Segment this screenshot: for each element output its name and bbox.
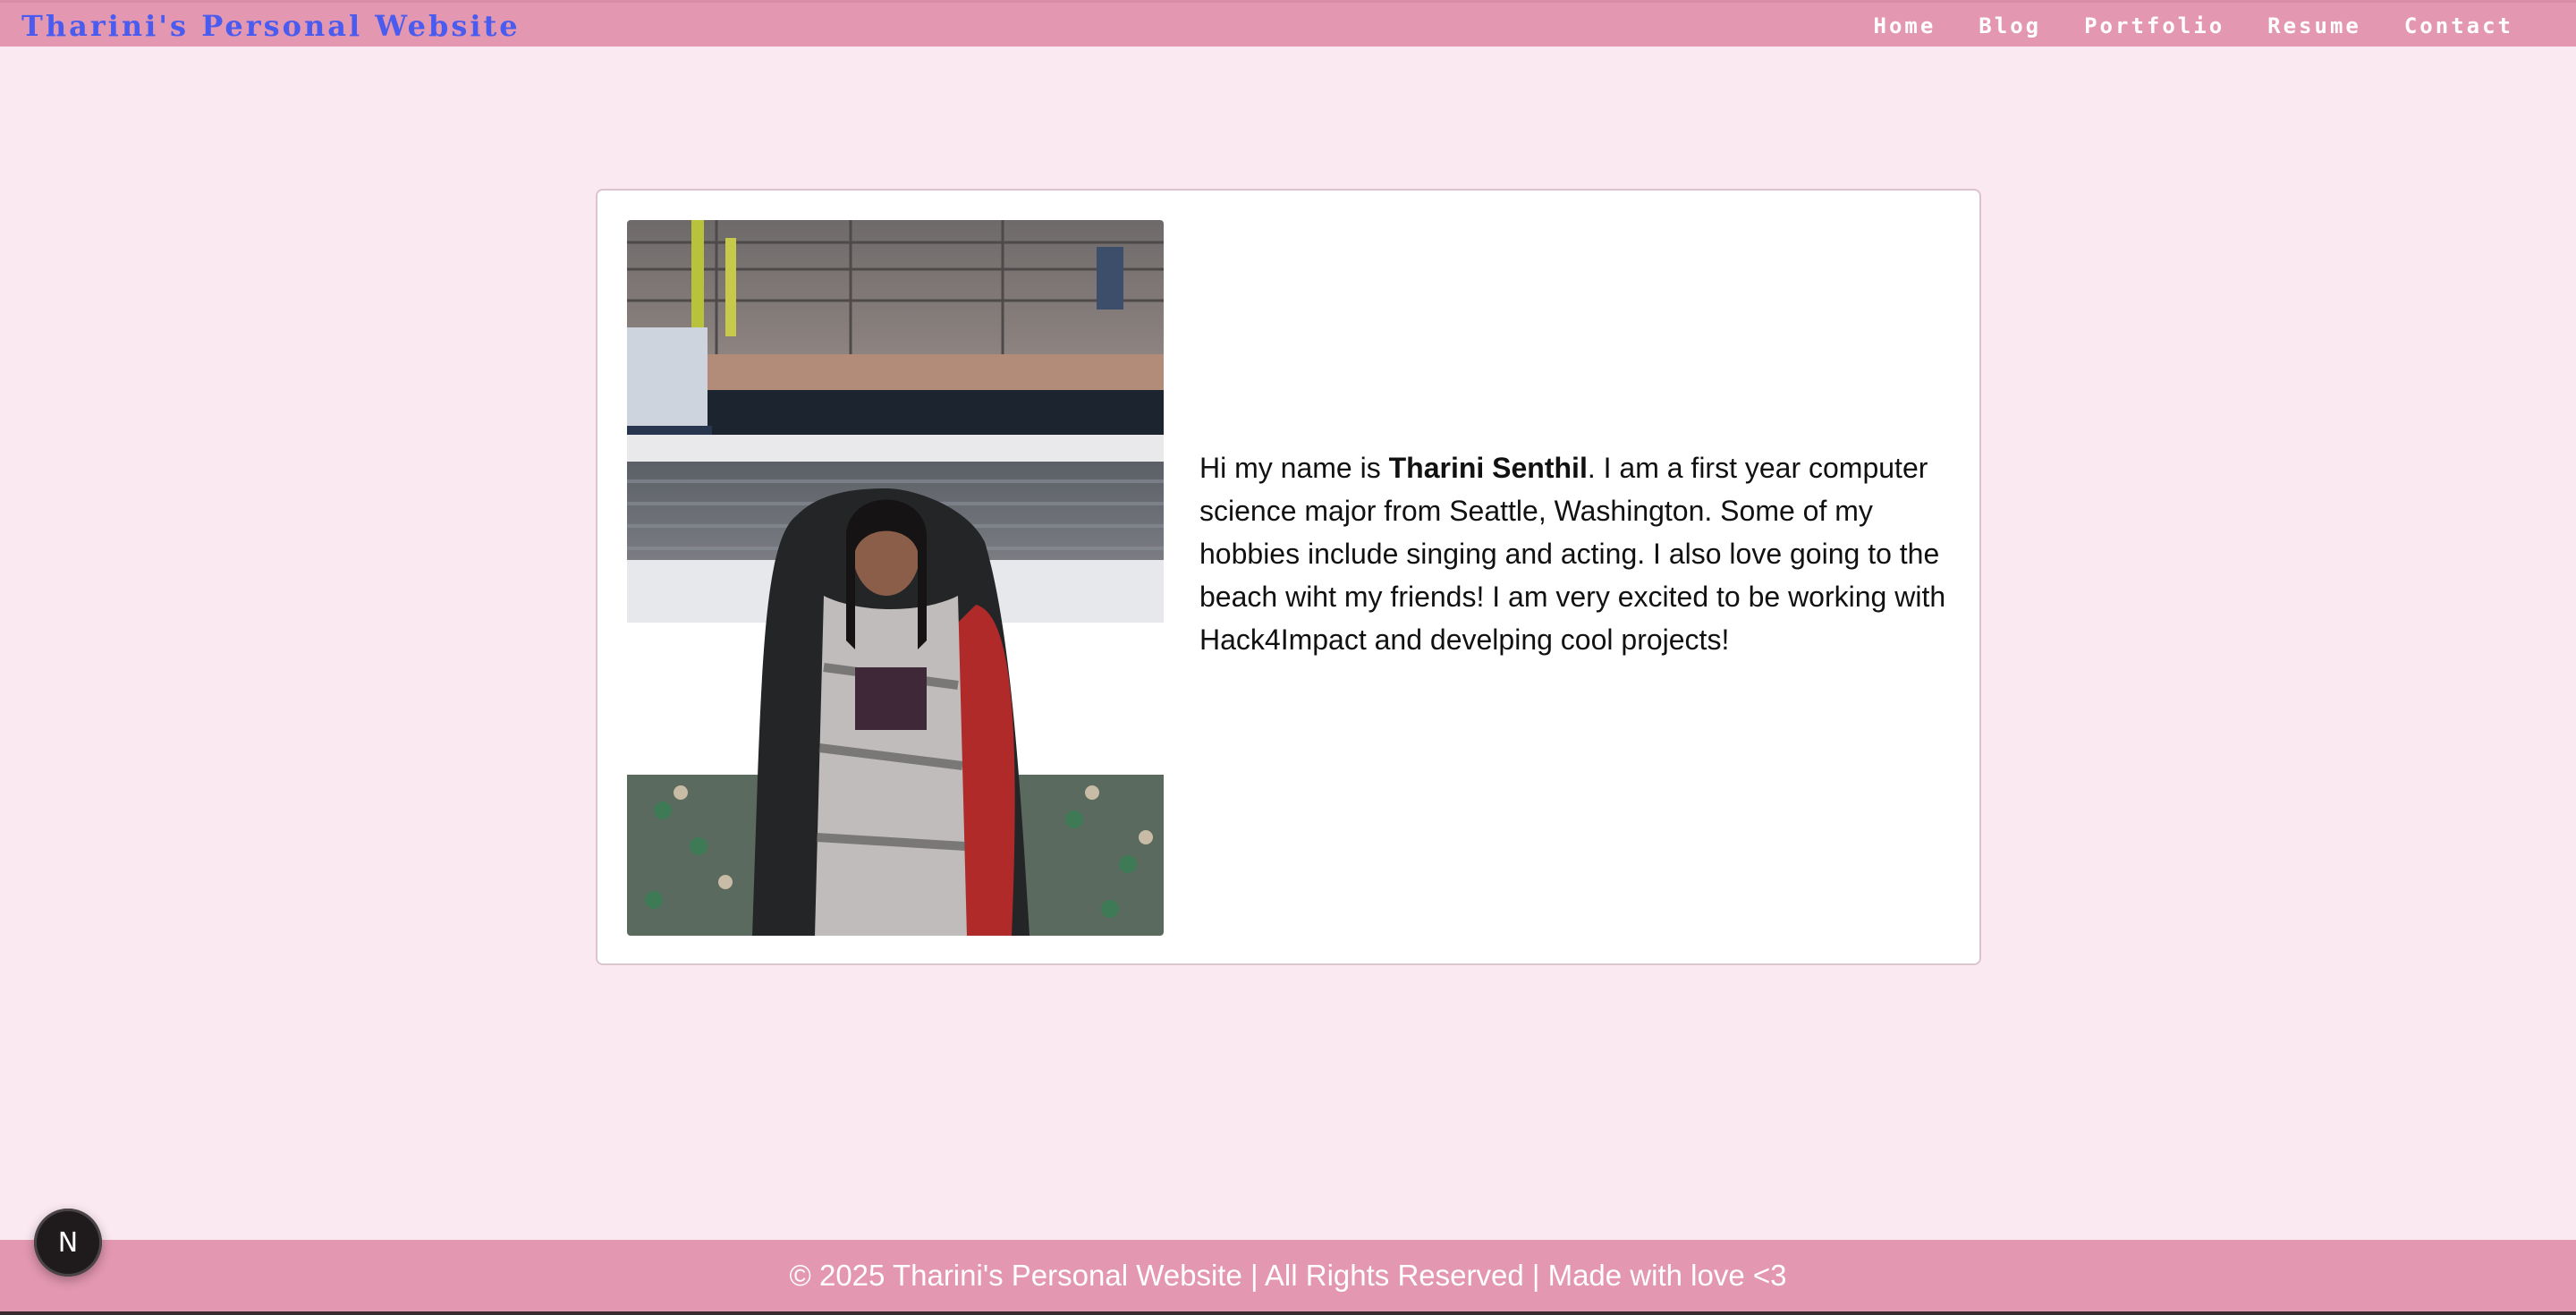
bio-text: Hi my name is Tharini Senthil. I am a fi… [1199,446,1960,661]
bio-name: Tharini Senthil [1388,452,1588,484]
site-title[interactable]: Tharini's Personal Website [21,8,521,44]
nav-blog[interactable]: Blog [1979,11,2041,41]
profile-photo [627,220,1164,936]
site-header: Tharini's Personal Website Home Blog Por… [0,0,2576,47]
bio-intro: Hi my name is [1199,452,1389,484]
nav-resume[interactable]: Resume [2267,11,2361,41]
nav-home[interactable]: Home [1874,11,1936,41]
nav-contact[interactable]: Contact [2404,11,2513,41]
badge-label: N [57,1226,79,1259]
nav-portfolio[interactable]: Portfolio [2084,11,2224,41]
footer-copyright: © 2025 Tharini's Personal Website | All … [789,1259,1787,1292]
site-footer: © 2025 Tharini's Personal Website | All … [0,1240,2576,1315]
main-nav: Home Blog Portfolio Resume Contact [1831,11,2514,41]
about-card: Hi my name is Tharini Senthil. I am a fi… [596,189,1981,965]
nextjs-logo-icon[interactable]: N [34,1209,102,1277]
